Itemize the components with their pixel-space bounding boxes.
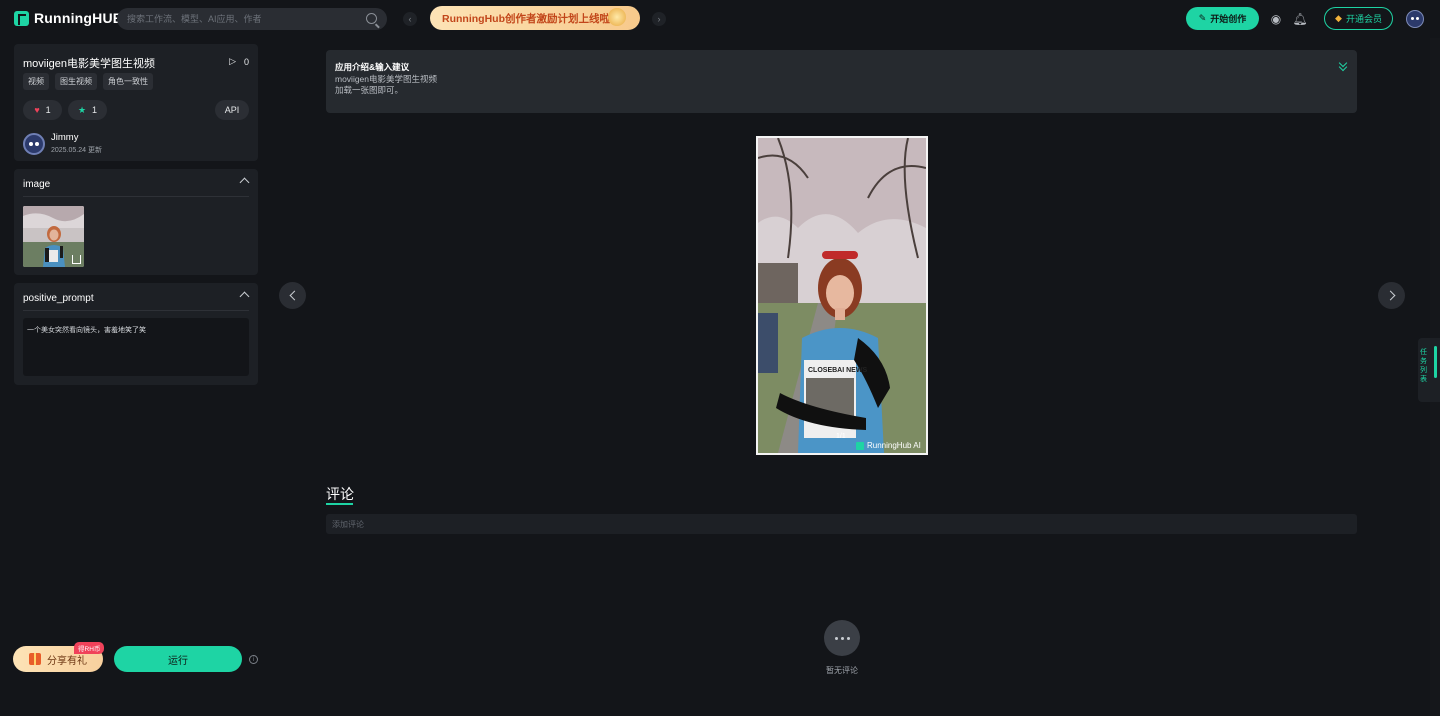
chevron-right-icon: [1385, 290, 1395, 301]
share-badge: 得RH币: [74, 642, 105, 654]
tag-item[interactable]: 图生视频: [55, 73, 97, 90]
uploaded-image-thumbnail[interactable]: [23, 206, 84, 267]
image-section-title: image: [23, 179, 51, 190]
comments-title: 评论: [326, 486, 354, 502]
author-name[interactable]: Jimmy: [51, 132, 102, 143]
prompt-section-title: positive_prompt: [23, 293, 94, 304]
app-title: moviigen电影美学图生视频: [23, 58, 156, 70]
favorite-button[interactable]: ★ 1: [68, 100, 107, 120]
section-divider: [23, 196, 249, 197]
like-button[interactable]: ♥ 1: [23, 100, 62, 120]
search-bar[interactable]: [117, 8, 387, 30]
chevron-left-icon: [289, 290, 299, 301]
start-create-label: 开始创作: [1210, 14, 1247, 24]
favorite-count: 1: [92, 105, 98, 115]
logo-text: RunningHUB: [34, 10, 124, 26]
api-button[interactable]: API: [215, 100, 249, 120]
tag-item[interactable]: 视频: [23, 73, 49, 90]
comments-underline: [326, 503, 353, 505]
image-input-section: image: [14, 169, 258, 275]
community-icon[interactable]: ◉: [1268, 11, 1284, 27]
newspaper-headline: CLOSEBAI NEWS: [808, 367, 867, 374]
search-icon[interactable]: [366, 13, 377, 24]
banner-next-arrow-icon[interactable]: ›: [652, 12, 666, 26]
preview-image: CLOSEBAI NEWS: [758, 138, 926, 453]
image-counter: 1/1: [836, 433, 846, 440]
task-list-label: 任务列表: [1420, 349, 1427, 383]
promo-banner[interactable]: RunningHub创作者激励计划上线啦！: [430, 6, 640, 30]
tag-list: 视频 图生视频 角色一致性: [23, 73, 153, 90]
like-count: 1: [45, 105, 51, 115]
positive-prompt-textarea[interactable]: 一个美女突然看向镜头，害羞地笑了笑: [23, 318, 249, 376]
info-icon[interactable]: i: [249, 655, 258, 664]
star-icon: ★: [77, 104, 87, 115]
app-intro-panel: 应用介绍&输入建议 moviigen电影美学图生视频 加载一张图即可。: [326, 50, 1357, 113]
coin-icon: [608, 8, 626, 26]
banner-prev-arrow-icon[interactable]: ‹: [403, 12, 417, 26]
section-divider: [23, 310, 249, 311]
logo[interactable]: RunningHUB: [14, 10, 123, 26]
vip-button[interactable]: ◆ 开通会员: [1324, 7, 1393, 30]
empty-comment-bubble-icon: [824, 620, 860, 656]
search-input[interactable]: [127, 14, 357, 24]
watermark-logo-icon: [856, 441, 864, 450]
user-avatar[interactable]: [1406, 10, 1424, 28]
run-button[interactable]: 运行: [114, 646, 242, 672]
start-create-button[interactable]: ✎ 开始创作: [1186, 7, 1259, 30]
logo-mark-icon: [14, 10, 29, 26]
watermark: RunningHub AI: [856, 441, 921, 450]
diamond-icon: ◆: [1335, 13, 1342, 23]
brush-icon: ✎: [1198, 13, 1207, 23]
carousel-prev-button[interactable]: [279, 282, 306, 309]
banner-text: RunningHub创作者激励计划上线啦！: [442, 12, 621, 25]
result-preview-image[interactable]: CLOSEBAI NEWS: [756, 136, 928, 455]
top-navigation-bar: RunningHUB ‹ RunningHub创作者激励计划上线啦！ › ✎ 开…: [0, 0, 1440, 38]
heart-icon: ♥: [34, 105, 40, 115]
author-info[interactable]: Jimmy 2025.05.24 更新: [23, 132, 102, 155]
collapse-chevron-icon[interactable]: [239, 177, 250, 188]
play-icon: ▷: [229, 56, 236, 66]
trash-icon[interactable]: [72, 255, 81, 264]
app-info-card: moviigen电影美学图生视频 ▷ 0 视频 图生视频 角色一致性 ♥ 1 ★…: [14, 44, 258, 161]
intro-title: 应用介绍&输入建议: [335, 62, 410, 72]
prompt-input-section: positive_prompt 一个美女突然看向镜头，害羞地笑了笑: [14, 283, 258, 385]
empty-comments-text: 暂无评论: [826, 666, 858, 675]
intro-line: 加载一张图即可。: [335, 85, 404, 95]
gift-icon: [29, 653, 41, 665]
carousel-next-button[interactable]: [1378, 282, 1405, 309]
vip-label: 开通会员: [1345, 14, 1382, 24]
tag-item[interactable]: 角色一致性: [103, 73, 153, 90]
api-label: API: [224, 105, 240, 115]
run-label: 运行: [168, 655, 188, 667]
updated-date: 2025.05.24 更新: [51, 147, 102, 154]
watermark-text: RunningHub AI: [867, 441, 921, 450]
task-list-indicator: [1434, 346, 1437, 378]
author-avatar[interactable]: [23, 132, 45, 155]
play-count: ▷ 0: [229, 56, 249, 67]
expand-double-chevron-icon[interactable]: [1339, 60, 1347, 70]
comment-input[interactable]: [326, 514, 1357, 534]
play-count-value: 0: [243, 56, 249, 67]
bell-icon[interactable]: 🔔︎: [1292, 11, 1308, 27]
collapse-chevron-icon[interactable]: [239, 291, 250, 302]
